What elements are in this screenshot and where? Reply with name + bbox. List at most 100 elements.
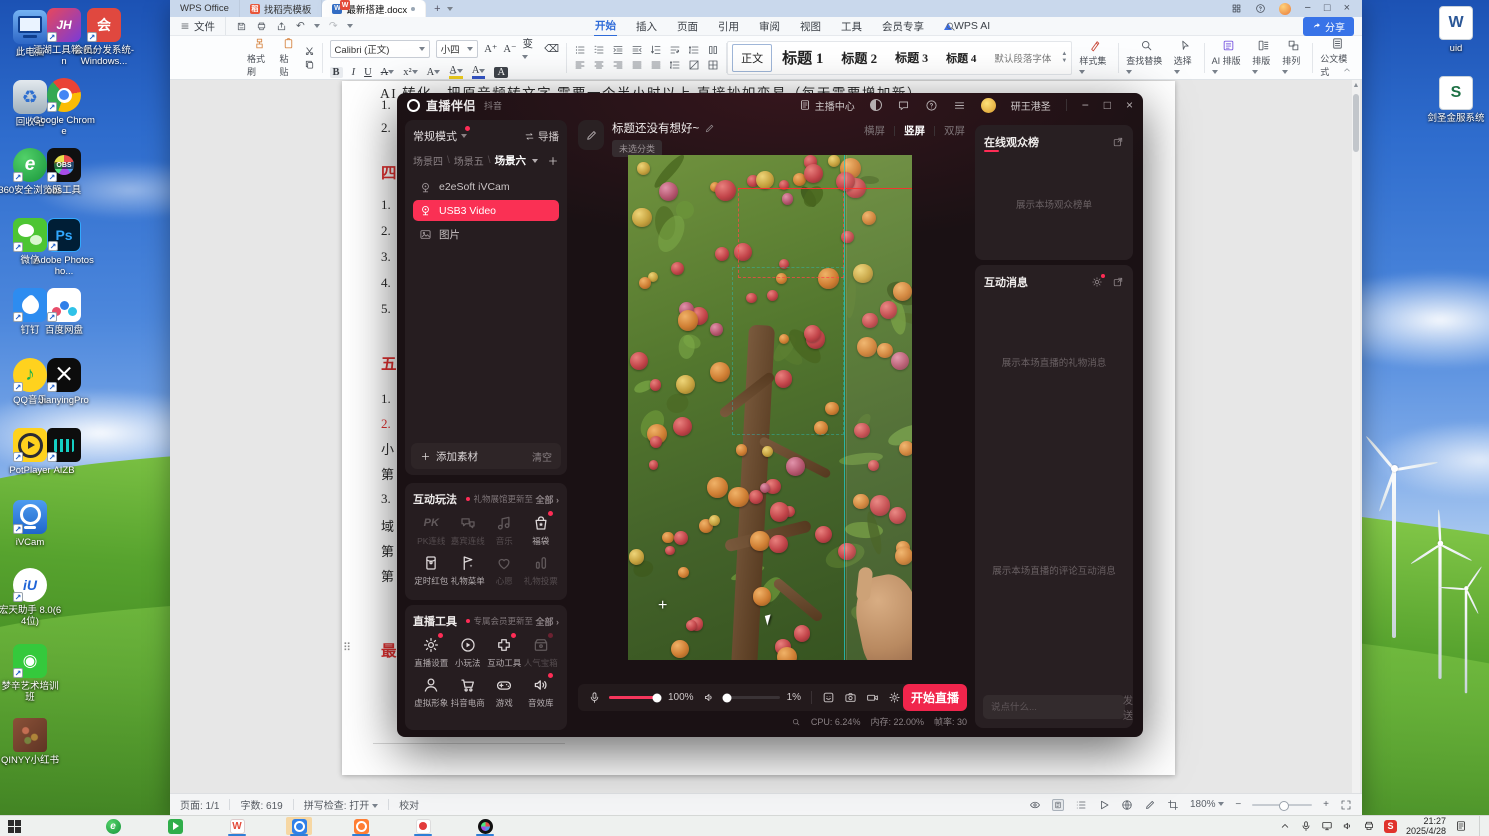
tab-list-chevron-icon[interactable]: [446, 6, 453, 11]
minimize-button[interactable]: −: [1304, 3, 1310, 14]
taskbar-app-live-companion-icon[interactable]: [286, 817, 312, 836]
stream-title[interactable]: 标题还没有想好~: [612, 120, 699, 136]
desktop-icon[interactable]: ↗ 会员分发系统-Windows...: [72, 8, 136, 67]
interact-item-PK连线[interactable]: PK PK连线: [413, 514, 450, 547]
char-spacing-icon[interactable]: [688, 44, 700, 56]
align-right-icon[interactable]: [612, 59, 624, 71]
tool-item-小玩法[interactable]: 小玩法: [450, 636, 487, 669]
arrange-button[interactable]: 排列: [1282, 39, 1305, 77]
microphone-icon[interactable]: [588, 691, 601, 704]
distribute-icon[interactable]: [650, 59, 662, 71]
refresh-icon[interactable]: [1255, 3, 1266, 14]
style-标题 2[interactable]: 标题 2: [833, 44, 885, 72]
message-settings-icon[interactable]: [1091, 274, 1105, 288]
tray-microphone-icon[interactable]: [1300, 820, 1312, 832]
font-name-select[interactable]: Calibri (正文): [329, 40, 430, 58]
collapse-ribbon-icon[interactable]: [1342, 65, 1352, 75]
ribbon-tab-审阅[interactable]: 审阅: [758, 17, 781, 36]
popout-icon[interactable]: [1112, 136, 1124, 148]
zoom-out-button[interactable]: −: [1235, 799, 1241, 810]
font-color-button[interactable]: A: [471, 65, 486, 79]
live-maximize-button[interactable]: □: [1104, 99, 1111, 111]
taskbar-app-green-tool-icon[interactable]: [162, 817, 188, 835]
tray-speaker-icon[interactable]: [1342, 820, 1354, 832]
columns-icon[interactable]: [707, 44, 719, 56]
clear-format-icon[interactable]: ⌫: [544, 43, 559, 55]
taskbar-app-browser-360-icon[interactable]: [100, 817, 126, 835]
desktop-icon[interactable]: ↗ Google Chrome: [32, 78, 96, 137]
wps-document-tab[interactable]: W WPS Office: [170, 0, 350, 17]
clear-button[interactable]: 清空: [532, 449, 552, 464]
orientation-tab-双屏[interactable]: 双屏: [944, 123, 965, 138]
add-material-button[interactable]: 添加素材: [436, 449, 478, 464]
interact-item-嘉宾连线[interactable]: 嘉宾连线: [450, 514, 487, 547]
interact-item-礼物投票[interactable]: 礼物投票: [523, 554, 560, 587]
tray-display-icon[interactable]: [1321, 820, 1333, 832]
quick-access-chevron-icon[interactable]: [346, 24, 353, 28]
flip-camera-icon[interactable]: [844, 691, 857, 704]
justify-icon[interactable]: [631, 59, 643, 71]
fullscreen-icon[interactable]: [1340, 799, 1352, 811]
ribbon-tab-引用[interactable]: 引用: [717, 17, 740, 36]
file-menu-button[interactable]: 文件: [170, 17, 226, 35]
tool-item-直播设置[interactable]: 直播设置: [413, 633, 450, 669]
shading-icon[interactable]: [688, 59, 700, 71]
style-set-button[interactable]: 样式集: [1079, 39, 1111, 77]
hidden-icons-chevron-icon[interactable]: [1279, 820, 1291, 832]
web-view-icon[interactable]: [1121, 799, 1133, 811]
taskbar-app-obs-studio-icon[interactable]: [472, 817, 498, 836]
style-正文[interactable]: 正文: [732, 43, 773, 72]
interact-item-音乐[interactable]: 音乐: [486, 514, 523, 547]
eye-protect-icon[interactable]: [1029, 799, 1041, 811]
new-tab-button[interactable]: +: [434, 3, 440, 15]
share-button[interactable]: 分享: [1303, 16, 1354, 36]
taskbar-clock[interactable]: 21:27 2025/4/28: [1406, 816, 1446, 836]
desktop-icon[interactable]: ↗ 宏天助手 8.0(64位): [0, 568, 62, 627]
tool-item-游戏[interactable]: 游戏: [486, 676, 523, 709]
ribbon-tab-会员专享[interactable]: 会员专享: [881, 17, 925, 36]
undo-icon[interactable]: ↶: [296, 20, 305, 32]
ai-layout-button[interactable]: AI 排版: [1211, 39, 1246, 77]
wps-document-tab[interactable]: W 最新搭建.docx: [322, 0, 427, 17]
document-scrollbar[interactable]: ▲: [1352, 80, 1360, 793]
interact-item-心愿[interactable]: 心愿: [486, 554, 523, 587]
ribbon-tab-开始[interactable]: 开始: [594, 16, 617, 37]
undo-chevron-icon[interactable]: [313, 24, 320, 28]
style-默认段落字体[interactable]: 默认段落字体: [986, 44, 1059, 72]
scroll-up-icon[interactable]: ▲: [1352, 82, 1360, 89]
borders-icon[interactable]: [707, 59, 719, 71]
speaker-icon[interactable]: [703, 691, 716, 704]
close-button[interactable]: ×: [1344, 3, 1350, 14]
tools-more-link[interactable]: 全部 ›: [533, 615, 559, 628]
sticker-icon[interactable]: [822, 691, 835, 704]
desktop-icon[interactable]: 剑圣金服系统: [1424, 76, 1488, 124]
zoom-slider[interactable]: [1252, 800, 1313, 811]
scene-tab-场景四[interactable]: 场景四: [413, 153, 443, 168]
tool-item-虚拟形象[interactable]: 虚拟形象: [413, 676, 450, 709]
bold-button[interactable]: B: [329, 66, 343, 78]
align-left-icon[interactable]: [574, 59, 586, 71]
format-painter-button[interactable]: 格式刷: [247, 37, 273, 78]
desktop-icon[interactable]: QINYY小红书: [0, 718, 62, 766]
popout-icon[interactable]: [1112, 276, 1124, 288]
tray-printer-icon[interactable]: [1363, 820, 1375, 832]
video-preview[interactable]: +: [628, 155, 912, 660]
font-size-select[interactable]: 小四: [435, 40, 479, 58]
ribbon-tab-插入[interactable]: 插入: [635, 17, 658, 36]
decrease-font-icon[interactable]: A⁻: [503, 43, 516, 55]
style-标题 4[interactable]: 标题 4: [938, 44, 984, 72]
search-icon[interactable]: [945, 21, 956, 32]
outline-view-icon[interactable]: [1075, 799, 1087, 811]
interact-more-link[interactable]: 全部 ›: [533, 493, 559, 506]
start-button[interactable]: [8, 820, 21, 833]
source-item[interactable]: USB3 Video: [413, 200, 559, 221]
source-item[interactable]: e2eSoft iVCam: [413, 177, 559, 197]
comment-input[interactable]: [991, 701, 1123, 713]
wps-account-avatar[interactable]: [1279, 2, 1292, 15]
edit-title-icon[interactable]: [704, 123, 715, 134]
scene-chevron-icon[interactable]: [532, 158, 539, 163]
proofread-button[interactable]: 校对: [399, 797, 419, 812]
desktop-icon[interactable]: ↗ 百度网盘: [32, 288, 96, 336]
ribbon-tab-页面[interactable]: 页面: [676, 17, 699, 36]
sogou-input-icon[interactable]: S: [1383, 819, 1397, 833]
